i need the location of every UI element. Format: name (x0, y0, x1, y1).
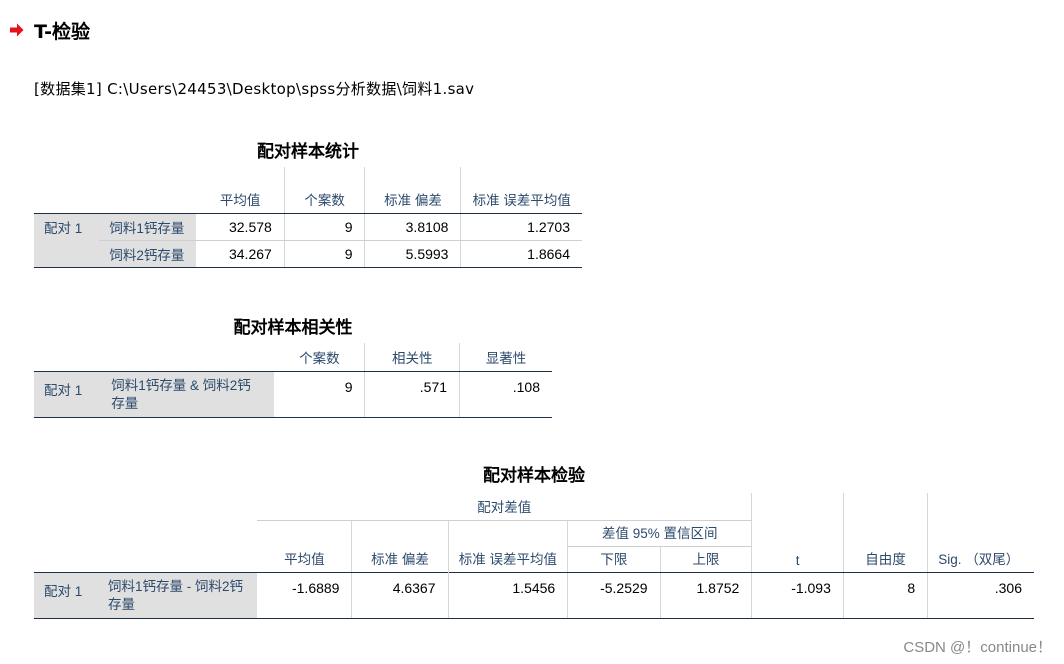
arrow-right-icon (10, 23, 24, 37)
cell-sig: .306 (927, 571, 1034, 619)
cell-lower: -5.2529 (567, 571, 661, 619)
header-mean: 平均值 (196, 167, 285, 214)
header-se: 标准 误差平均值 (447, 520, 568, 572)
cell-t: -1.093 (751, 571, 844, 619)
pair-label: 配对 1 (34, 212, 100, 240)
cell-upper: 1.8752 (659, 571, 752, 619)
row-label: 饲料1钙存量 - 饲料2钙存量 (97, 571, 258, 619)
cell-corr: .571 (364, 370, 460, 418)
row-label: 饲料1钙存量 & 饲料2钙存量 (101, 370, 275, 418)
cell-sd: 4.6367 (351, 571, 449, 619)
cell-se: 1.8664 (460, 240, 582, 268)
paired-test-title: 配对样本检验 (483, 466, 585, 486)
row-label: 饲料2钙存量 (99, 240, 197, 268)
cell-n: 9 (274, 370, 365, 418)
cell-n: 9 (283, 240, 365, 268)
paired-test-table: 配对差值 标准 误差平均值 差值 95% 置信区间 平均值 标准 偏差 下限 上… (34, 493, 1034, 619)
paired-stats-title: 配对样本统计 (257, 142, 359, 162)
table-row: 配对 1 饲料1钙存量 & 饲料2钙存量 9 .571 .108 (34, 370, 552, 418)
paired-stats-table: 平均值 个案数 标准 偏差 标准 误差平均值 配对 1 饲料1钙存量 32.57… (34, 167, 582, 268)
ci-header: 差值 95% 置信区间 (567, 520, 752, 547)
cell-mean: 32.578 (196, 212, 285, 241)
cell-sd: 3.8108 (364, 212, 461, 241)
page-title: T-检验 (34, 20, 91, 43)
paired-corr-title: 配对样本相关性 (233, 318, 353, 338)
table-row: 配对 1 饲料1钙存量 - 饲料2钙存量 -1.6889 4.6367 1.54… (34, 571, 1034, 619)
header-n: 个案数 (283, 167, 365, 214)
cell-mean: 34.267 (196, 240, 285, 268)
pair-label: 配对 1 (34, 571, 98, 619)
header-sig: Sig. （双尾） (927, 546, 1034, 573)
row-label: 饲料1钙存量 (99, 212, 197, 241)
paired-corr-table: 个案数 相关性 显著性 配对 1 饲料1钙存量 & 饲料2钙存量 9 .571 … (34, 343, 552, 418)
header-sig: 显著性 (459, 343, 552, 372)
watermark: CSDN @！continue！ (903, 639, 1052, 656)
dataset-path: [数据集1] C:\Users\24453\Desktop\spss分析数据\饲… (34, 80, 475, 98)
table-row: 配对 1 饲料1钙存量 32.578 9 3.8108 1.2703 (34, 212, 582, 241)
section-heading: T-检验 (10, 16, 90, 44)
cell-se: 1.5456 (447, 571, 568, 619)
header-sd: 标准 偏差 (364, 167, 461, 214)
cell-se: 1.2703 (460, 212, 582, 241)
header-lower: 下限 (567, 546, 661, 573)
header-t: t (751, 546, 844, 573)
header-upper: 上限 (659, 546, 752, 573)
cell-sd: 5.5993 (364, 240, 461, 268)
header-df: 自由度 (842, 546, 928, 573)
header-corr: 相关性 (364, 343, 460, 372)
table-row: 饲料2钙存量 34.267 9 5.5993 1.8664 (34, 240, 582, 268)
group-header: 配对差值 (257, 493, 752, 521)
header-mean: 平均值 (257, 546, 352, 573)
header-n: 个案数 (274, 343, 365, 372)
pair-label: 配对 1 (34, 370, 102, 418)
cell-mean: -1.6889 (257, 571, 352, 619)
header-se: 标准 误差平均值 (460, 167, 582, 214)
header-sd: 标准 偏差 (351, 546, 449, 573)
cell-n: 9 (283, 212, 365, 241)
cell-df: 8 (842, 571, 928, 619)
cell-sig: .108 (459, 370, 552, 418)
